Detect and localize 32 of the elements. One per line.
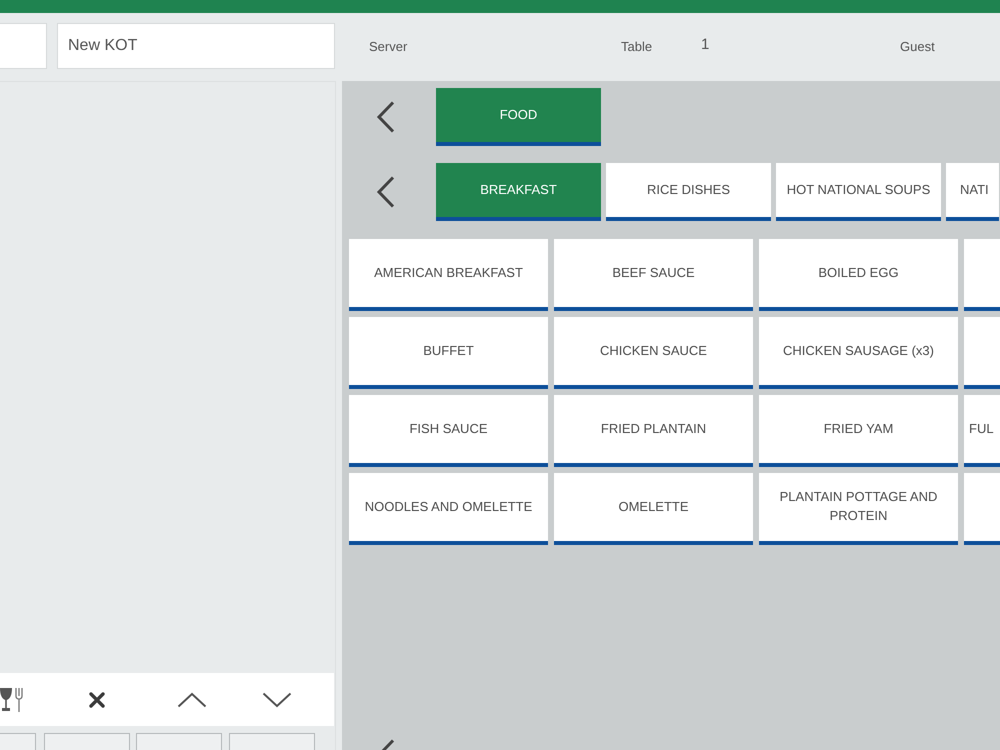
server-label: Server	[369, 39, 408, 54]
table-label: Table	[621, 39, 652, 54]
menu-item-tile[interactable]: CHICKEN SAUCE	[554, 317, 753, 389]
subcategory-tab[interactable]: HOT NATIONAL SOUPS	[776, 163, 941, 221]
subcategory-tab[interactable]: BREAKFAST	[436, 163, 601, 221]
subcategory-tab[interactable]: RICE DISHES	[606, 163, 771, 221]
menu-item-tile[interactable]: BOILED EGG	[759, 239, 958, 311]
table-number: 1	[701, 36, 710, 53]
menu-item-tile[interactable]: NOODLES AND OMELETTE	[349, 473, 548, 545]
guest-label: Guest	[900, 39, 935, 54]
delete-icon[interactable]	[88, 690, 106, 708]
up-chevron-icon[interactable]	[177, 692, 207, 708]
menu-item-tile[interactable]: FRIED YAM	[759, 395, 958, 467]
menu-item-tile[interactable]: FRIED PLANTAIN	[554, 395, 753, 467]
category-tab[interactable]: FOOD	[436, 88, 601, 146]
back-chevron-icon[interactable]	[377, 176, 395, 208]
menu-item-tile[interactable]: OMELETTE	[554, 473, 753, 545]
menu-item-tile[interactable]	[964, 239, 1000, 311]
back-chevron-icon[interactable]	[377, 101, 395, 133]
menu-item-tile[interactable]: BEEF SAUCE	[554, 239, 753, 311]
down-chevron-icon[interactable]	[262, 692, 292, 708]
subcategory-tab[interactable]: NATI	[946, 163, 999, 221]
menu-item-tile[interactable]: PLANTAIN POTTAGE AND PROTEIN	[759, 473, 958, 545]
menu-item-tile[interactable]: BUFFET	[349, 317, 548, 389]
menu-item-tile[interactable]	[964, 317, 1000, 389]
menu-item-tile[interactable]: FUL	[964, 395, 1000, 467]
menu-item-tile[interactable]	[964, 473, 1000, 545]
menu-item-tile[interactable]: FISH SAUCE	[349, 395, 548, 467]
menu-item-tile[interactable]: AMERICAN BREAKFAST	[349, 239, 548, 311]
kot-field[interactable]: New KOT	[57, 23, 335, 69]
menu-item-tile[interactable]: CHICKEN SAUSAGE (x3)	[759, 317, 958, 389]
input-field[interactable]	[0, 23, 47, 69]
